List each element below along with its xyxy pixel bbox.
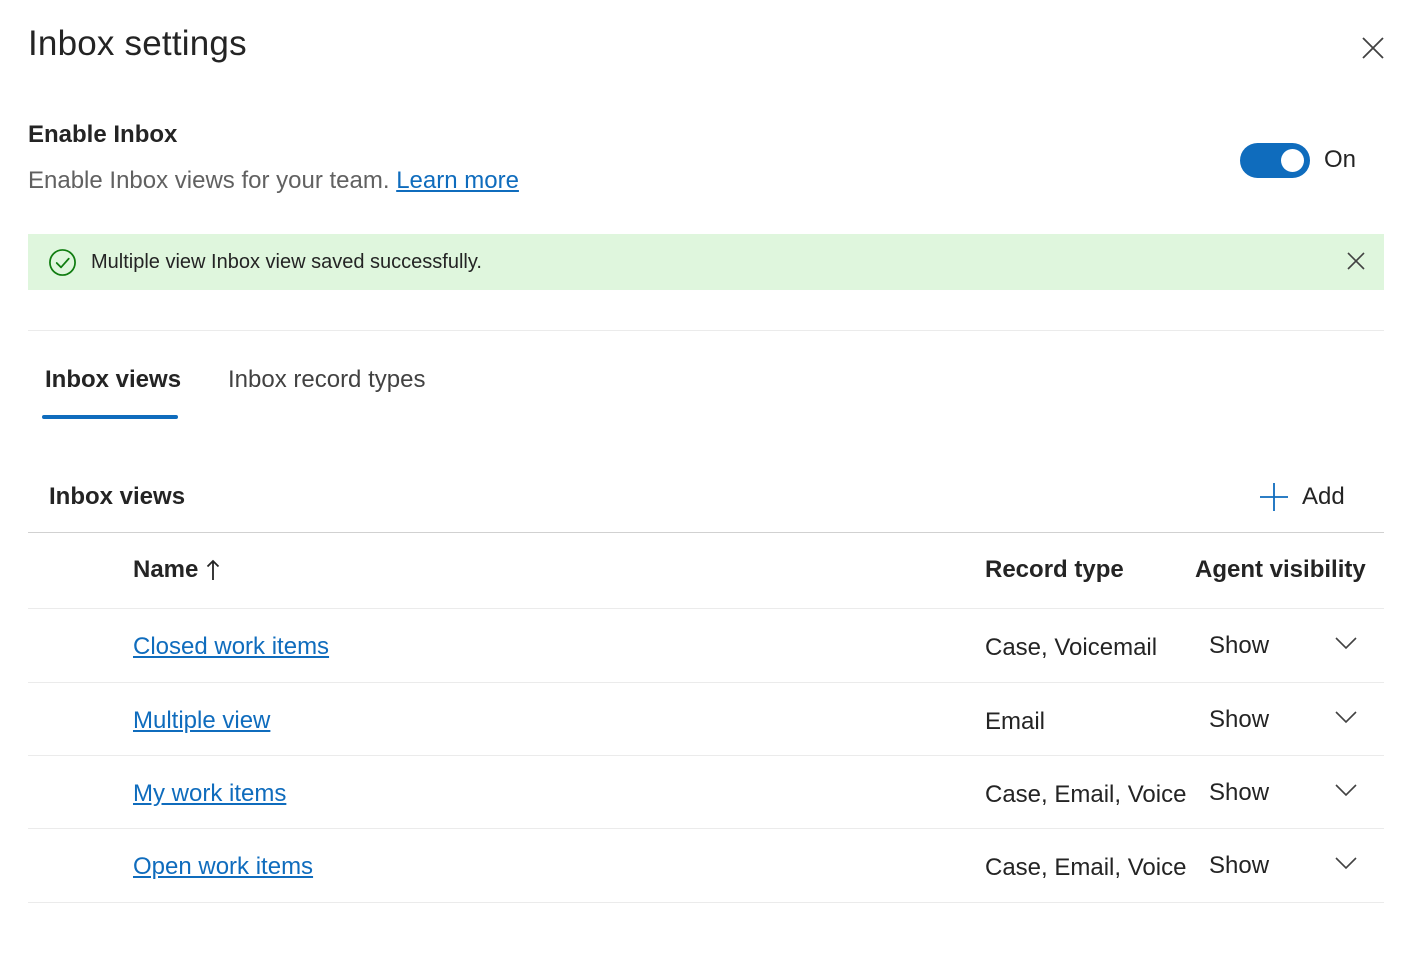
close-panel-button[interactable] xyxy=(1355,30,1391,66)
panel-title: Inbox settings xyxy=(28,24,247,63)
table-row: Multiple view Email Show xyxy=(28,682,1384,756)
success-message-text: Multiple view Inbox view saved successfu… xyxy=(91,251,482,273)
view-name-link[interactable]: Open work items xyxy=(133,853,313,881)
close-icon xyxy=(1347,252,1365,270)
agent-visibility-dropdown[interactable]: Show xyxy=(1209,628,1369,664)
enable-inbox-description-text: Enable Inbox views for your team. xyxy=(28,167,390,194)
tab-inbox-record-types[interactable]: Inbox record types xyxy=(228,366,425,394)
column-header-name[interactable]: Name xyxy=(133,556,220,584)
column-header-name-label: Name xyxy=(133,556,199,583)
active-tab-indicator xyxy=(42,415,178,419)
toggle-state-label: On xyxy=(1324,146,1357,173)
record-type-cell: Case, Email, Voice xyxy=(985,854,1187,881)
table-row: Open work items Case, Email, Voice Show xyxy=(28,828,1384,902)
sort-ascending-arrow-icon xyxy=(207,559,220,580)
agent-visibility-dropdown[interactable]: Show xyxy=(1209,702,1369,738)
chevron-down-icon xyxy=(1335,637,1357,650)
add-icon xyxy=(1260,483,1288,511)
close-icon xyxy=(1362,37,1384,59)
record-type-cell: Case, Email, Voice xyxy=(985,781,1187,808)
table-row: Closed work items Case, Voicemail Show xyxy=(28,608,1384,682)
agent-visibility-value: Show xyxy=(1209,852,1270,879)
section-divider xyxy=(28,330,1384,331)
enable-inbox-description: Enable Inbox views for your team. Learn … xyxy=(28,167,519,195)
chevron-down-icon xyxy=(1335,784,1357,797)
view-name-link[interactable]: Multiple view xyxy=(133,707,270,735)
success-message-bar: Multiple view Inbox view saved successfu… xyxy=(28,234,1384,290)
enable-inbox-heading: Enable Inbox xyxy=(28,121,178,148)
record-type-cell: Case, Voicemail xyxy=(985,634,1158,661)
agent-visibility-dropdown[interactable]: Show xyxy=(1209,848,1369,884)
learn-more-link[interactable]: Learn more xyxy=(396,167,519,194)
agent-visibility-value: Show xyxy=(1209,779,1270,806)
column-header-agent-visibility[interactable]: Agent visibility xyxy=(1195,556,1366,584)
add-view-button[interactable]: Add xyxy=(1258,480,1345,514)
table-bottom-divider xyxy=(28,902,1384,903)
agent-visibility-value: Show xyxy=(1209,706,1270,733)
dismiss-message-button[interactable] xyxy=(1341,246,1371,276)
chevron-down-icon xyxy=(1335,857,1357,870)
inbox-views-heading: Inbox views xyxy=(49,483,186,510)
success-check-icon xyxy=(49,249,76,276)
agent-visibility-value: Show xyxy=(1209,632,1270,659)
tab-inbox-views[interactable]: Inbox views xyxy=(45,366,181,394)
inbox-settings-panel: Inbox settings Enable Inbox Enable Inbox… xyxy=(0,0,1425,959)
table-header-divider xyxy=(28,532,1384,533)
column-header-record-type[interactable]: Record type xyxy=(985,556,1124,584)
toggle-knob xyxy=(1281,149,1304,172)
view-name-link[interactable]: My work items xyxy=(133,780,286,808)
enable-inbox-toggle[interactable] xyxy=(1240,143,1310,178)
table-row: My work items Case, Email, Voice Show xyxy=(28,755,1384,829)
chevron-down-icon xyxy=(1335,711,1357,724)
add-view-label: Add xyxy=(1302,483,1345,510)
record-type-cell: Email xyxy=(985,708,1046,735)
view-name-link[interactable]: Closed work items xyxy=(133,633,329,661)
agent-visibility-dropdown[interactable]: Show xyxy=(1209,775,1369,811)
